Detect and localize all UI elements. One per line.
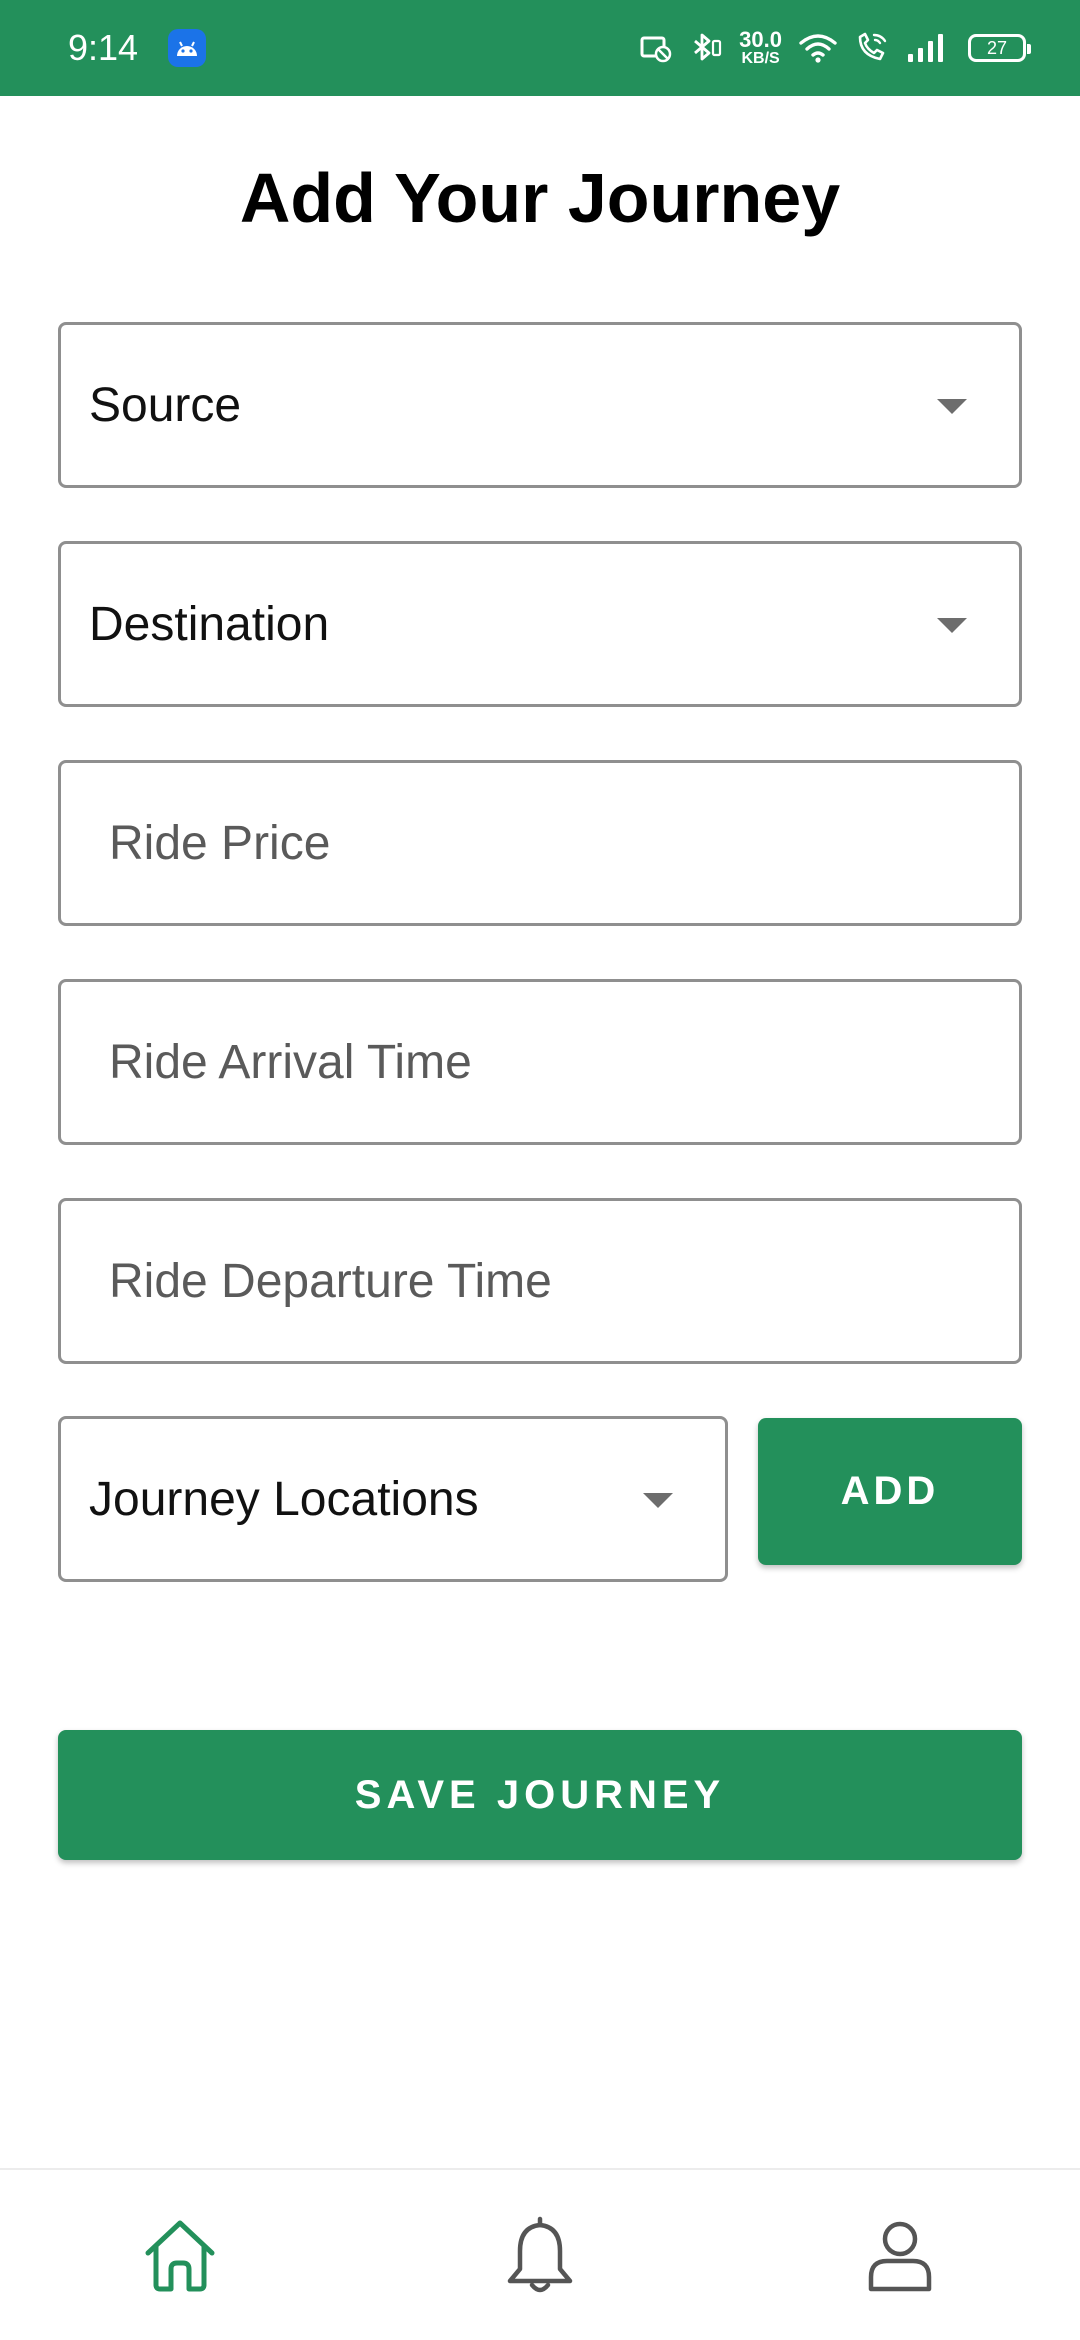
status-right: 30.0 KB/S 27: [639, 29, 1031, 67]
status-bar: 9:14 30.0 KB/S 27: [0, 0, 1080, 96]
bottom-nav: [0, 2168, 1080, 2340]
battery-icon: 27: [968, 34, 1031, 62]
net-speed: 30.0 KB/S: [739, 29, 782, 67]
bell-icon: [507, 2216, 573, 2293]
ride-departure-field: [58, 1198, 1022, 1364]
status-left: 9:14: [68, 27, 207, 69]
battery-level: 27: [986, 37, 1008, 58]
net-speed-unit: KB/S: [741, 50, 780, 67]
source-label: Source: [89, 378, 242, 432]
destination-label: Destination: [89, 597, 330, 651]
ride-price-field: [58, 760, 1022, 926]
ride-departure-time-input[interactable]: [89, 1201, 1019, 1361]
wifi-icon: [798, 31, 838, 65]
ride-arrival-field: [58, 979, 1022, 1145]
page-title: Add Your Journey: [239, 159, 841, 237]
destination-dropdown[interactable]: Destination: [58, 541, 1022, 707]
chevron-down-icon: [937, 399, 967, 414]
home-icon: [145, 2220, 215, 2292]
profile-icon: [868, 2221, 932, 2292]
nav-profile[interactable]: [820, 2185, 980, 2325]
wifi-calling-icon: [854, 31, 890, 65]
journey-locations-label: Journey Locations: [89, 1472, 479, 1526]
ride-arrival-time-input[interactable]: [89, 982, 1019, 1142]
nav-home[interactable]: [100, 2185, 260, 2325]
bluetooth-icon: [689, 31, 723, 65]
signal-icon: [906, 32, 946, 64]
ride-price-input[interactable]: [89, 763, 1019, 923]
cast-off-icon: [639, 33, 673, 63]
save-journey-button[interactable]: SAVE JOURNEY: [58, 1730, 1022, 1860]
source-dropdown[interactable]: Source: [58, 322, 1022, 488]
status-time: 9:14: [68, 27, 139, 68]
nav-notifications[interactable]: [460, 2185, 620, 2325]
net-speed-value: 30.0: [739, 27, 782, 52]
android-icon: [168, 29, 207, 67]
chevron-down-icon: [937, 618, 967, 633]
add-location-button[interactable]: ADD: [758, 1418, 1022, 1565]
chevron-down-icon: [643, 1493, 673, 1508]
journey-locations-dropdown[interactable]: Journey Locations: [58, 1416, 728, 1582]
